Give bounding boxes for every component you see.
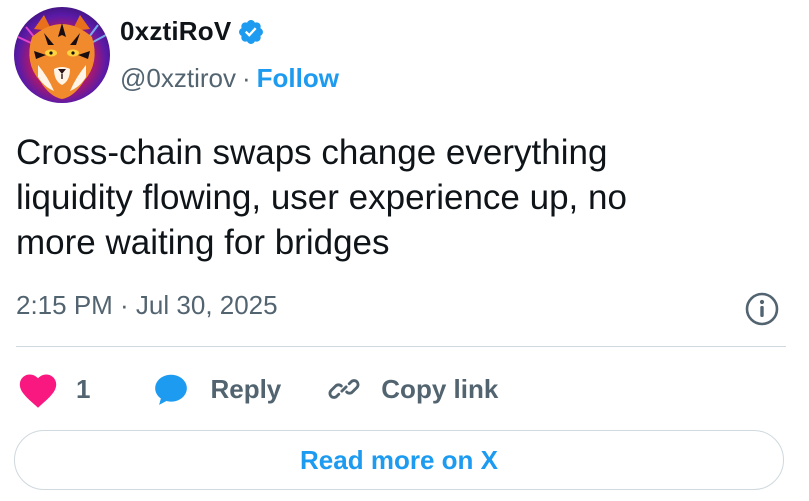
read-more-button[interactable]: Read more on X [14, 430, 784, 490]
like-count: 1 [76, 373, 91, 404]
copy-link-button[interactable]: Copy link [327, 372, 498, 406]
reply-button[interactable]: Reply [152, 371, 281, 407]
handle-row: @0xztirov · Follow [120, 63, 339, 94]
divider [16, 346, 786, 347]
tiger-avatar-image [17, 15, 107, 99]
follow-link[interactable]: Follow [257, 63, 339, 94]
author-handle[interactable]: @0xztirov [120, 63, 236, 94]
tweet-timestamp[interactable]: 2:15 PM · Jul 30, 2025 [16, 290, 278, 321]
separator-dot: · [241, 63, 251, 93]
info-icon[interactable] [744, 291, 780, 327]
avatar[interactable] [14, 7, 110, 103]
heart-icon [19, 374, 57, 408]
author-name-row: 0xztiRoV [120, 16, 265, 47]
like-button[interactable]: 1 [16, 369, 90, 409]
reply-label: Reply [210, 373, 282, 404]
tweet-embed-card: 0xztiRoV @0xztirov · Follow Cross-chain … [0, 0, 809, 501]
link-icon [328, 379, 360, 399]
read-more-label: Read more on X [300, 444, 498, 475]
action-bar: 1 Reply Copy link [16, 366, 498, 412]
reply-bubble-icon [155, 374, 188, 405]
verified-badge-icon [239, 19, 264, 44]
display-name[interactable]: 0xztiRoV [120, 16, 231, 47]
tweet-text: Cross-chain swaps change everything liqu… [16, 133, 627, 262]
copy-link-label: Copy link [381, 373, 499, 404]
